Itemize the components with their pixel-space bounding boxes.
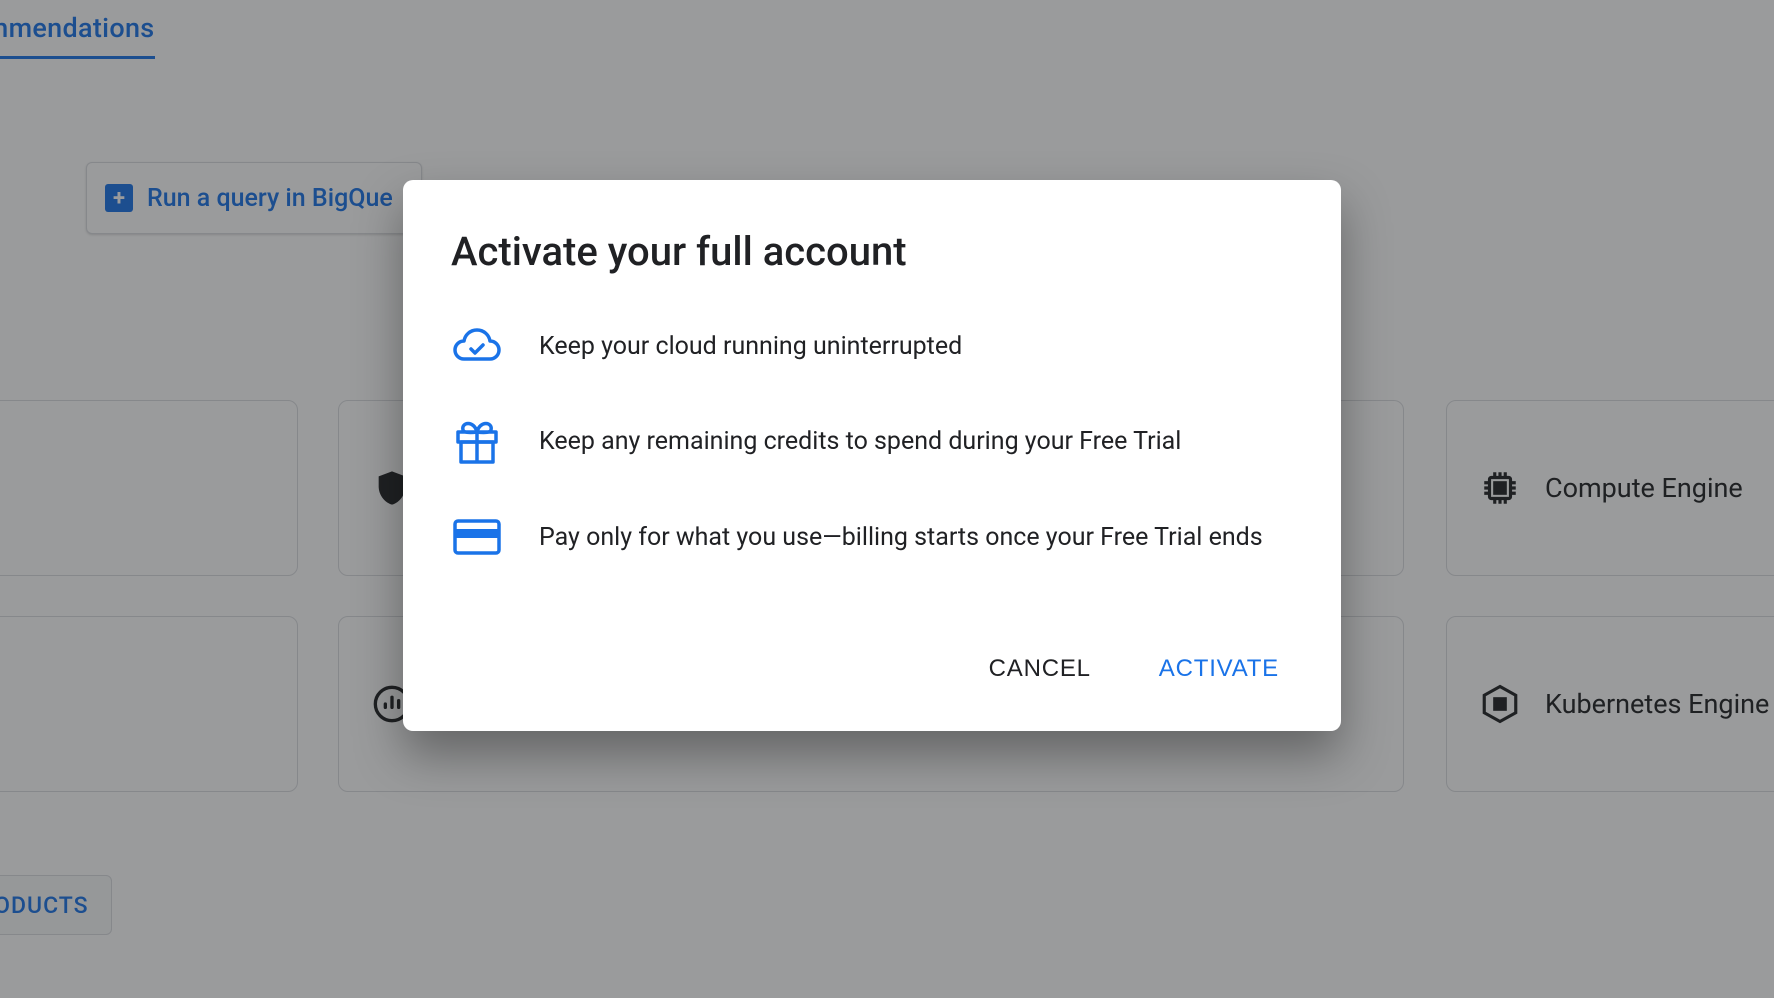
benefit-row: Pay only for what you use—billing starts… bbox=[451, 517, 1293, 557]
dialog-title: Activate your full account bbox=[451, 228, 1293, 275]
benefit-row: Keep your cloud running uninterrupted bbox=[451, 327, 1293, 365]
activate-account-dialog: Activate your full account Keep your clo… bbox=[403, 180, 1341, 731]
button-label: ACTIVATE bbox=[1159, 655, 1279, 682]
cancel-button[interactable]: CANCEL bbox=[985, 647, 1095, 691]
credit-card-icon bbox=[451, 517, 503, 557]
dialog-actions: CANCEL ACTIVATE bbox=[451, 647, 1293, 691]
benefit-text: Pay only for what you use—billing starts… bbox=[539, 520, 1263, 555]
benefit-text: Keep your cloud running uninterrupted bbox=[539, 329, 962, 364]
activate-button[interactable]: ACTIVATE bbox=[1155, 647, 1283, 691]
gift-icon bbox=[451, 415, 503, 467]
benefit-text: Keep any remaining credits to spend duri… bbox=[539, 424, 1181, 459]
button-label: CANCEL bbox=[989, 655, 1091, 682]
benefit-row: Keep any remaining credits to spend duri… bbox=[451, 415, 1293, 467]
cloud-check-icon bbox=[451, 327, 503, 365]
